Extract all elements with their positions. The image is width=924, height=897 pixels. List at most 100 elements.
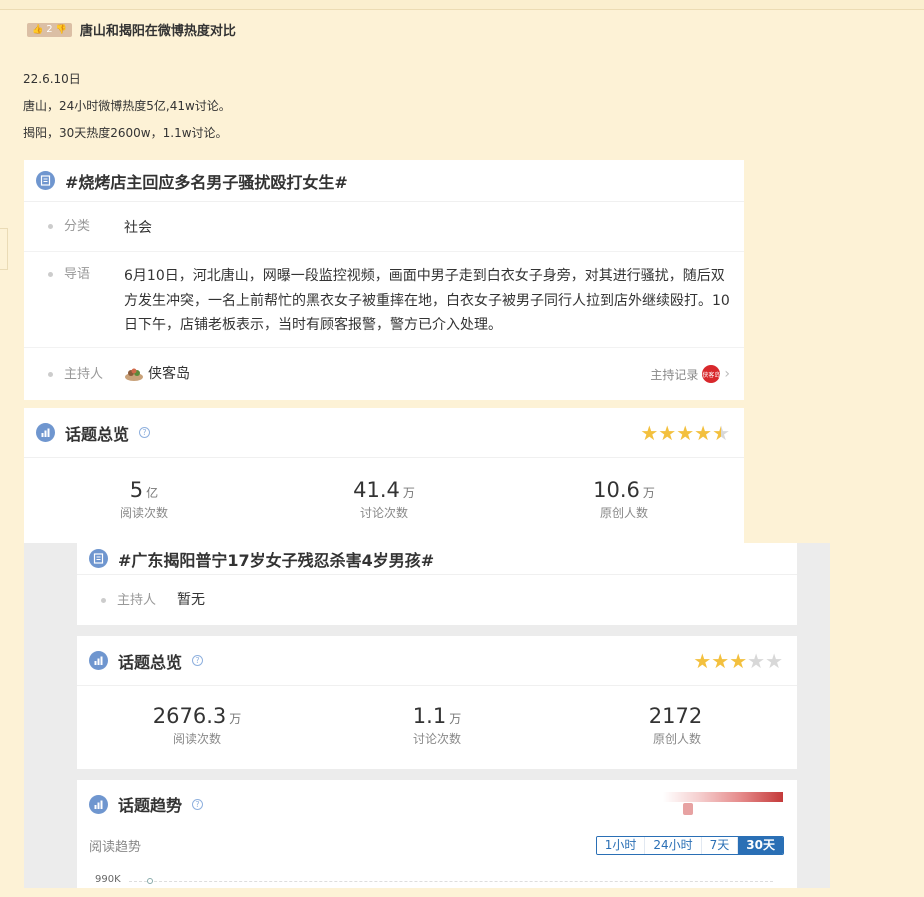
range-tabs: 1小时 24小时 7天 30天	[595, 835, 784, 855]
stat-number: 41.4	[353, 478, 400, 502]
topic-header: #广东揭阳普宁17岁女子残忍杀害4岁男孩#	[77, 543, 797, 575]
post-line-jieyang: 揭阳，30天热度2600w，1.1w讨论。	[23, 126, 228, 140]
rating-stars: ★★★★★	[640, 421, 730, 445]
stat-number: 2172	[648, 704, 703, 728]
overview-header: 话题总览 ? ★★★★★	[24, 408, 744, 458]
stat-number: 5	[129, 478, 144, 502]
star-icon: ★	[694, 420, 713, 445]
host-record-label[interactable]: 主持记录	[650, 366, 698, 383]
category-value[interactable]: 社会	[124, 216, 152, 240]
stat-originals: 2172 原创人数	[577, 704, 777, 747]
trend-toolbar: 阅读趋势 1小时 24小时 7天 30天	[77, 828, 797, 862]
stat-number: 1.1	[412, 704, 447, 728]
trend-card: 话题趋势 ? 阅读趋势 1小时 24小时 7天 30天 990K	[77, 780, 797, 888]
topic-card-tangshan: #烧烤店主回应多名男子骚扰殴打女生# 分类 社会 导语 6月10日，河北唐山，网…	[24, 160, 744, 400]
host-name-wrap[interactable]: 侠客岛	[124, 362, 190, 386]
heat-gradient-bar	[663, 792, 783, 802]
topic-card-jieyang: #广东揭阳普宁17岁女子残忍杀害4岁男孩# 主持人 暂无	[77, 543, 797, 625]
stat-label: 讨论次数	[359, 506, 408, 520]
tab-24h[interactable]: 24小时	[645, 836, 702, 854]
stat-label: 原创人数	[599, 506, 648, 520]
post-header: 👍 2 👎 唐山和揭阳在微博热度对比	[27, 20, 236, 39]
host-row: 主持人 暂无	[77, 575, 797, 625]
overview-title: 话题总览	[65, 424, 130, 444]
host-avatar-icon	[125, 368, 143, 381]
star-icon: ★	[658, 420, 677, 445]
chevron-right-icon: ›	[724, 366, 730, 382]
stat-discussions: 41.4 万 讨论次数	[284, 478, 484, 521]
host-label: 主持人	[64, 366, 104, 382]
category-label: 分类	[64, 219, 91, 234]
star-icon: ★	[711, 648, 730, 673]
stat-number: 10.6	[593, 478, 640, 502]
help-icon[interactable]: ?	[139, 427, 151, 438]
thumbs-up-icon[interactable]: 👍	[32, 25, 43, 35]
star-icon: ★	[729, 648, 748, 673]
stat-unit: 亿	[146, 486, 159, 500]
data-point	[147, 878, 153, 884]
overview-stats: 2676.3 万 阅读次数 1.1 万 讨论次数 2172 原创人数	[77, 686, 797, 747]
host-badge-icon: 侠客岛	[702, 365, 720, 383]
chart-icon	[36, 423, 55, 442]
stat-label: 讨论次数	[412, 732, 461, 746]
post-title: 唐山和揭阳在微博热度对比	[79, 24, 236, 39]
overview-stats: 5亿 阅读次数 41.4 万 讨论次数 10.6 万 原创人数	[24, 458, 744, 521]
tab-30d[interactable]: 30天	[738, 836, 783, 854]
stat-reads: 2676.3 万 阅读次数	[97, 704, 297, 747]
host-record-link[interactable]: 主持记录 侠客岛 ›	[650, 365, 730, 383]
stat-unit: 万	[229, 712, 242, 726]
stat-unit: 万	[449, 712, 462, 726]
chart-icon	[89, 651, 108, 670]
post-line-tangshan: 唐山，24小时微博热度5亿,41w讨论。	[23, 99, 231, 113]
overview-card-tangshan: 话题总览 ? ★★★★★ 5亿 阅读次数 41.4 万 讨论次数 10.6 万 原创…	[24, 408, 744, 543]
overview-title: 话题总览	[118, 652, 183, 672]
help-icon[interactable]: ?	[192, 655, 204, 666]
stat-originals: 10.6 万 原创人数	[524, 478, 724, 521]
chart-icon	[89, 794, 108, 814]
host-name: 暂无	[177, 592, 205, 608]
topic-title[interactable]: #烧烤店主回应多名男子骚扰殴打女生#	[65, 169, 348, 193]
thumbs-down-icon[interactable]: 👎	[56, 25, 67, 35]
trend-header: 话题趋势 ?	[77, 780, 797, 828]
vote-count: 2	[46, 24, 53, 35]
category-row: 分类 社会	[24, 202, 744, 252]
topic-title[interactable]: #广东揭阳普宁17岁女子残忍杀害4岁男孩#	[118, 547, 434, 571]
post-body: 22.6.10日 唐山，24小时微博热度5亿,41w讨论。 揭阳，30天热度26…	[23, 66, 231, 147]
post-line-date: 22.6.10日	[23, 72, 81, 86]
host-row: 主持人 侠客岛 主持记录 侠客岛 ›	[24, 348, 744, 400]
tab-7d[interactable]: 7天	[701, 836, 739, 854]
intro-text: 6月10日，河北唐山，网曝一段监控视频，画面中男子走到白衣女子身旁，对其进行骚扰…	[124, 268, 730, 333]
star-icon: ★	[676, 420, 695, 445]
tab-1h[interactable]: 1小时	[596, 836, 646, 854]
bullet-dot	[48, 224, 53, 229]
overview-header: 话题总览 ? ★★★★★	[77, 636, 797, 686]
bullet-dot	[101, 597, 106, 603]
y-tick-label: 990K	[95, 874, 121, 885]
stat-reads: 5亿 阅读次数	[44, 478, 244, 521]
stat-label: 原创人数	[652, 732, 701, 746]
document-icon	[89, 549, 108, 568]
grid-line	[129, 881, 773, 882]
stat-unit: 万	[402, 486, 415, 500]
bullet-dot	[48, 272, 53, 277]
stat-label: 阅读次数	[172, 732, 221, 746]
host-name[interactable]: 侠客岛	[148, 366, 190, 382]
overview-card-jieyang: 话题总览 ? ★★★★★ 2676.3 万 阅读次数 1.1 万 讨论次数 2172…	[77, 636, 797, 769]
stat-discussions: 1.1 万 讨论次数	[337, 704, 537, 747]
star-empty-icon: ★	[747, 648, 766, 673]
star-half-icon: ★	[712, 420, 730, 445]
star-empty-icon: ★	[765, 648, 783, 673]
help-icon[interactable]: ?	[192, 798, 204, 810]
intro-row: 导语 6月10日，河北唐山，网曝一段监控视频，画面中男子走到白衣女子身旁，对其进…	[24, 252, 744, 348]
vote-badge[interactable]: 👍 2 👎	[27, 22, 72, 37]
stat-unit: 万	[642, 486, 655, 500]
rating-stars: ★★★★★	[693, 649, 783, 673]
left-edge-tab	[0, 228, 8, 270]
trend-chart-area: 990K	[77, 862, 797, 888]
trend-subtitle: 阅读趋势	[89, 839, 142, 855]
top-border	[0, 0, 924, 10]
star-icon: ★	[640, 420, 659, 445]
host-label: 主持人	[117, 592, 157, 608]
intro-label: 导语	[64, 267, 91, 282]
stat-label: 阅读次数	[119, 506, 168, 520]
